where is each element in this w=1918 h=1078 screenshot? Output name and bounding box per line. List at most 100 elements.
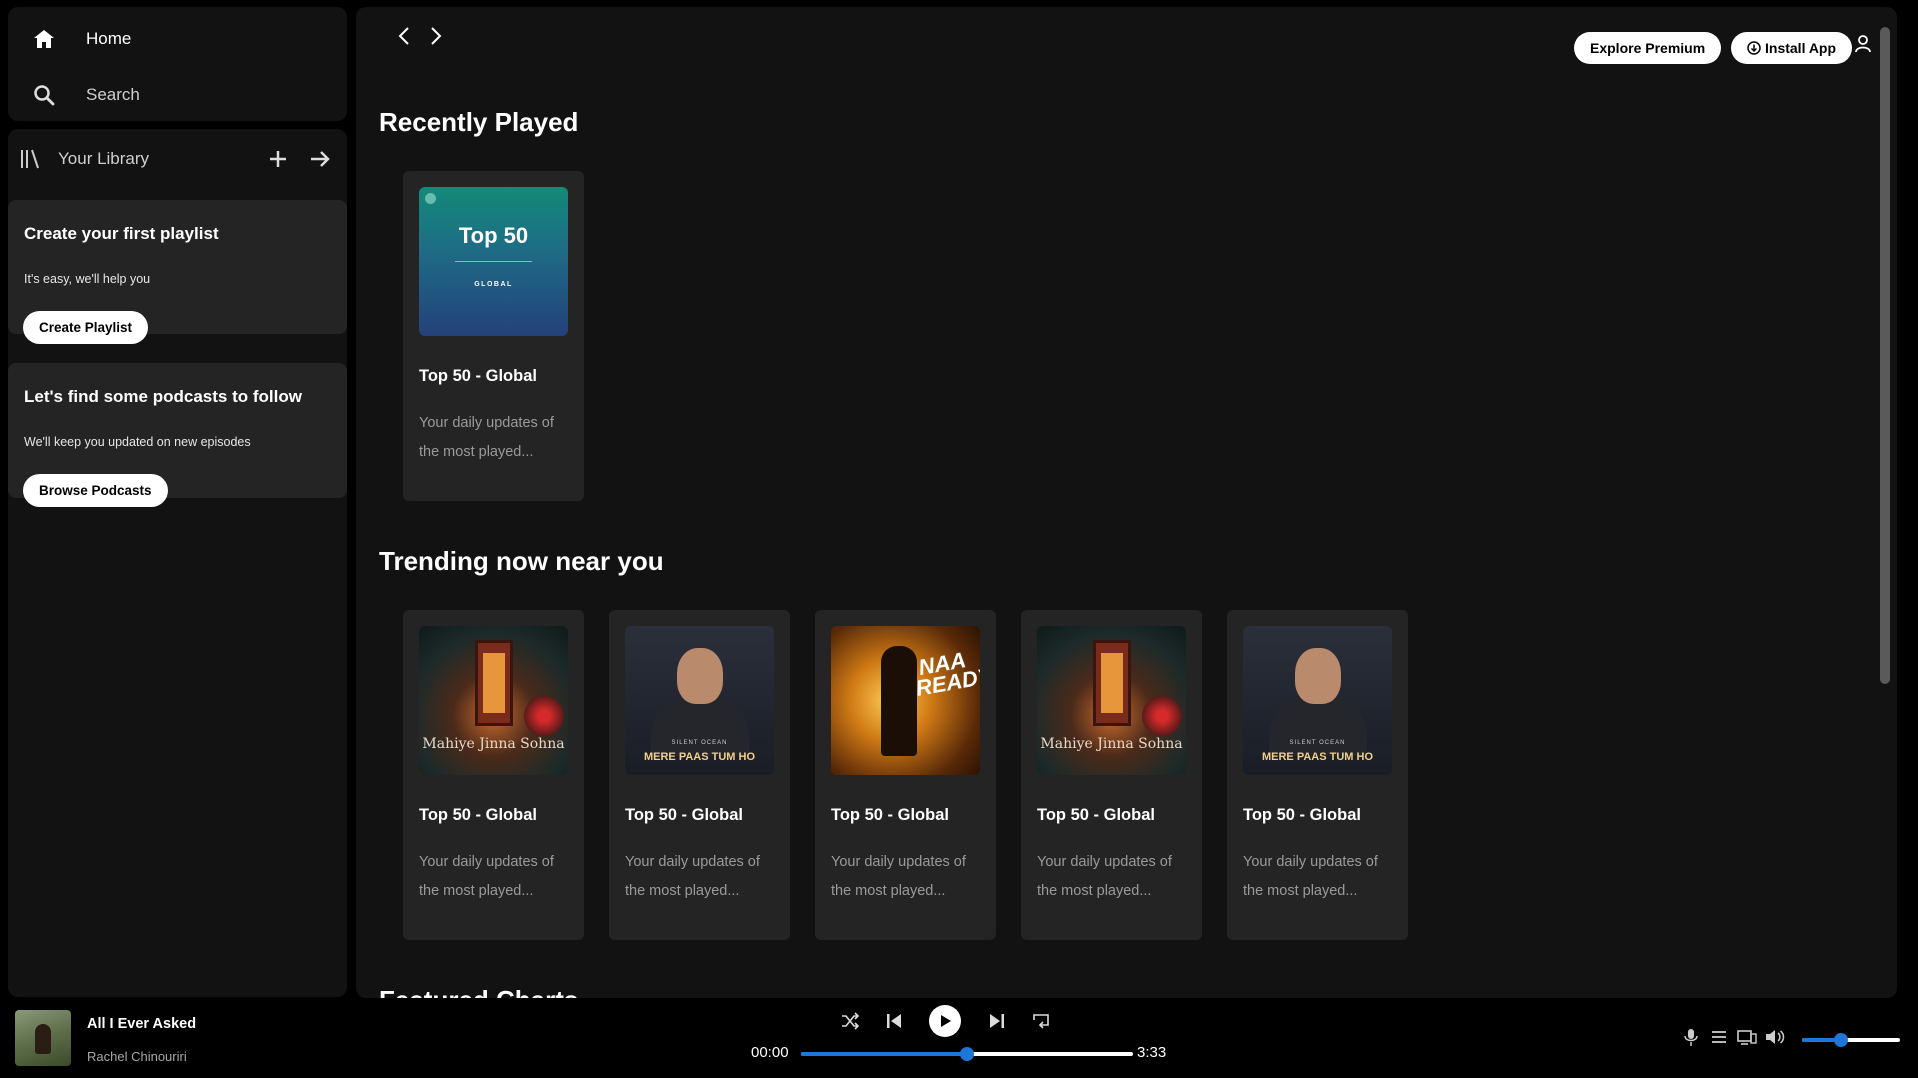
browse-podcasts-button[interactable]: Browse Podcasts xyxy=(23,474,168,507)
logo-icon xyxy=(425,193,436,204)
previous-button[interactable] xyxy=(885,1011,903,1031)
cover-subtext: SILENT OCEAN xyxy=(1289,740,1346,746)
cover-art xyxy=(1142,696,1182,736)
play-button[interactable] xyxy=(929,1005,961,1037)
next-button[interactable] xyxy=(988,1011,1006,1031)
cover-text: Mahiye Jinna Sohna xyxy=(1040,736,1183,752)
card-title: Top 50 - Global xyxy=(625,806,743,824)
now-playing-title[interactable]: All I Ever Asked xyxy=(87,1016,196,1032)
install-app-label: Install App xyxy=(1765,40,1837,56)
card-description: Your daily updates of the most played... xyxy=(1037,854,1172,899)
progress-knob[interactable] xyxy=(960,1047,974,1061)
promo-subtitle: It's easy, we'll help you xyxy=(24,272,151,286)
playlist-card[interactable]: Top 50 GLOBAL Top 50 - Global Your daily… xyxy=(403,171,584,501)
lyrics-button[interactable] xyxy=(1683,1027,1699,1047)
elapsed-time: 00:00 xyxy=(751,1044,789,1061)
promo-subtitle: We'll keep you updated on new episodes xyxy=(24,435,251,449)
cover-subtitle: GLOBAL xyxy=(474,281,513,288)
create-playlist-button[interactable]: Create Playlist xyxy=(23,311,149,344)
cover-art xyxy=(1269,696,1367,756)
player-bar: All I Ever Asked Rachel Chinouriri 00:00… xyxy=(0,998,1918,1078)
album-cover: SILENT OCEAN MERE PAAS TUM HO xyxy=(1243,626,1392,775)
progress-bar[interactable] xyxy=(801,1047,1133,1061)
play-icon xyxy=(941,1015,951,1027)
cover-text: Mahiye Jinna Sohna xyxy=(422,736,565,752)
card-description: Your daily updates of the most played... xyxy=(419,854,554,899)
card-description: Your daily updates of the most played... xyxy=(419,415,554,460)
shuffle-icon xyxy=(842,1012,860,1030)
next-icon xyxy=(990,1014,1004,1028)
promo-podcasts: Let's find some podcasts to follow We'll… xyxy=(8,363,347,507)
now-playing-artist[interactable]: Rachel Chinouriri xyxy=(87,1049,187,1064)
sidebar-nav: Home Search xyxy=(8,7,347,121)
search-icon xyxy=(34,85,55,106)
volume-button[interactable] xyxy=(1765,1028,1785,1046)
card-description: Your daily updates of the most played... xyxy=(1243,854,1378,899)
shuffle-button[interactable] xyxy=(840,1011,860,1031)
album-cover: NAA READY xyxy=(831,626,980,775)
scrollbar[interactable] xyxy=(1880,27,1890,684)
volume-knob[interactable] xyxy=(1834,1033,1849,1047)
promo-create-playlist: Create your first playlist It's easy, we… xyxy=(8,200,347,344)
card-description: Your daily updates of the most played... xyxy=(831,854,966,899)
install-app-button[interactable]: Install App xyxy=(1731,32,1853,64)
duration-time: 3:33 xyxy=(1137,1044,1167,1061)
progress-fill xyxy=(801,1052,967,1056)
section-title-trending: Trending now near you xyxy=(379,546,664,576)
playlist-cover: Top 50 GLOBAL xyxy=(419,187,568,336)
playlist-card[interactable]: NAA READY Top 50 - Global Your daily upd… xyxy=(815,610,996,940)
cover-art xyxy=(1295,648,1341,704)
arrow-right-icon[interactable] xyxy=(308,147,332,171)
cover-text: NAA READY xyxy=(913,647,980,701)
cover-title: Top 50 xyxy=(458,223,529,248)
cover-divider xyxy=(455,261,532,262)
playlist-card[interactable]: SILENT OCEAN MERE PAAS TUM HO Top 50 - G… xyxy=(609,610,790,940)
card-title: Top 50 - Global xyxy=(831,806,949,824)
playlist-card[interactable]: Mahiye Jinna Sohna Top 50 - Global Your … xyxy=(403,610,584,940)
library-header: Your Library xyxy=(18,144,338,174)
download-icon xyxy=(1747,41,1761,55)
album-cover: Mahiye Jinna Sohna xyxy=(419,626,568,775)
section-title-featured: Featured Charts xyxy=(379,985,578,998)
now-playing-cover[interactable] xyxy=(15,1010,71,1066)
promo-title: Create your first playlist xyxy=(24,224,219,243)
plus-icon[interactable] xyxy=(266,147,290,171)
repeat-button[interactable] xyxy=(1031,1011,1051,1031)
card-title: Top 50 - Global xyxy=(1037,806,1155,824)
chevron-right-icon[interactable] xyxy=(427,25,445,47)
nav-home[interactable]: Home xyxy=(32,27,131,51)
playlist-card[interactable]: Mahiye Jinna Sohna Top 50 - Global Your … xyxy=(1021,610,1202,940)
card-title: Top 50 - Global xyxy=(419,806,537,824)
card-title: Top 50 - Global xyxy=(419,367,537,385)
nav-search-label: Search xyxy=(86,85,140,104)
cover-text: MERE PAAS TUM HO xyxy=(643,751,756,763)
cover-art xyxy=(35,1024,51,1054)
user-icon[interactable] xyxy=(1854,33,1872,55)
home-icon xyxy=(34,30,54,48)
nav-home-label: Home xyxy=(86,29,132,48)
explore-premium-label: Explore Premium xyxy=(1590,40,1706,56)
cover-art xyxy=(475,640,513,726)
volume-slider[interactable] xyxy=(1802,1033,1900,1047)
devices-button[interactable] xyxy=(1737,1028,1757,1046)
queue-icon xyxy=(1712,1031,1726,1043)
volume-icon xyxy=(1766,1030,1785,1044)
main-content: Explore Premium Install App Recently Pla… xyxy=(356,7,1897,998)
queue-button[interactable] xyxy=(1711,1028,1727,1046)
cover-art xyxy=(1093,640,1131,726)
history-nav xyxy=(395,25,445,47)
device-icon xyxy=(1737,1030,1757,1045)
library-title[interactable]: Your Library xyxy=(58,149,149,169)
cover-art xyxy=(524,696,564,736)
album-cover: SILENT OCEAN MERE PAAS TUM HO xyxy=(625,626,774,775)
nav-search[interactable]: Search xyxy=(32,83,140,107)
library-icon[interactable] xyxy=(18,147,42,171)
promo-title: Let's find some podcasts to follow xyxy=(24,387,302,406)
cover-subtext: SILENT OCEAN xyxy=(671,740,728,746)
chevron-left-icon[interactable] xyxy=(395,25,413,47)
card-title: Top 50 - Global xyxy=(1243,806,1361,824)
section-title-recent: Recently Played xyxy=(379,107,579,137)
explore-premium-button[interactable]: Explore Premium xyxy=(1574,32,1722,64)
repeat-icon xyxy=(1033,1014,1049,1029)
playlist-card[interactable]: SILENT OCEAN MERE PAAS TUM HO Top 50 - G… xyxy=(1227,610,1408,940)
